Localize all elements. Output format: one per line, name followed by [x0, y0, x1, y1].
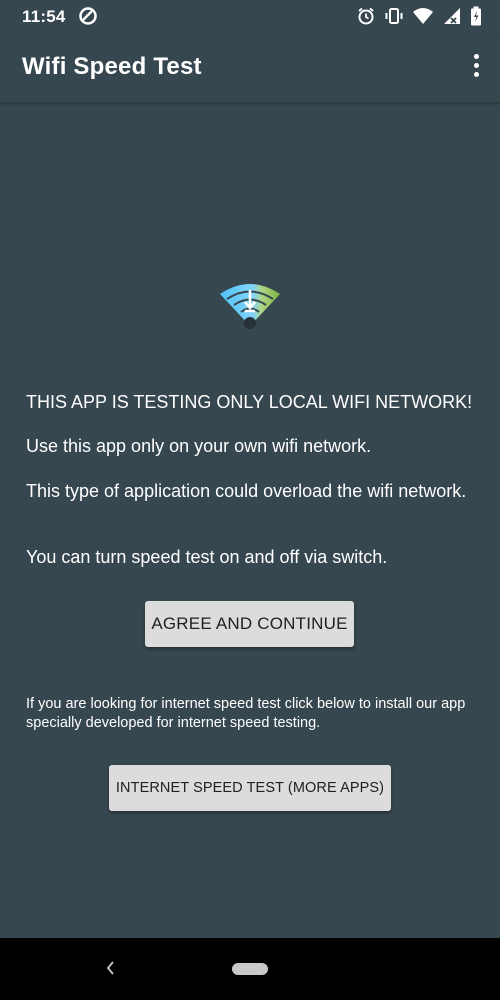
status-icons [356, 6, 482, 26]
warning-message: THIS APP IS TESTING ONLY LOCAL WIFI NETW… [26, 392, 473, 412]
battery-icon [470, 6, 482, 26]
app-bar: Wifi Speed Test [0, 34, 500, 102]
more-vert-icon[interactable] [470, 54, 482, 84]
overload-message: This type of application could overload … [26, 481, 467, 501]
internet-speed-note: If you are looking for internet speed te… [26, 696, 466, 731]
status-time: 11:54 [22, 7, 66, 26]
wifi-icon [412, 6, 434, 26]
vibrate-icon [384, 6, 404, 26]
usage-message: Use this app only on your own wifi netwo… [26, 436, 372, 456]
signal-icon [442, 6, 462, 26]
agree-and-continue-button[interactable]: AGREE AND CONTINUE [145, 601, 354, 647]
app-title: Wifi Speed Test [22, 53, 202, 80]
sync-circle-icon [78, 6, 98, 31]
switch-message: You can turn speed test on and off via s… [26, 547, 388, 567]
wifi-download-icon [218, 280, 282, 337]
home-pill-icon[interactable] [232, 963, 268, 975]
internet-speed-test-button[interactable]: INTERNET SPEED TEST (MORE APPS) [109, 765, 391, 811]
alarm-icon [356, 6, 376, 26]
back-icon[interactable] [103, 958, 119, 978]
navigation-bar [0, 938, 500, 1000]
status-bar: 11:54 [0, 0, 500, 34]
